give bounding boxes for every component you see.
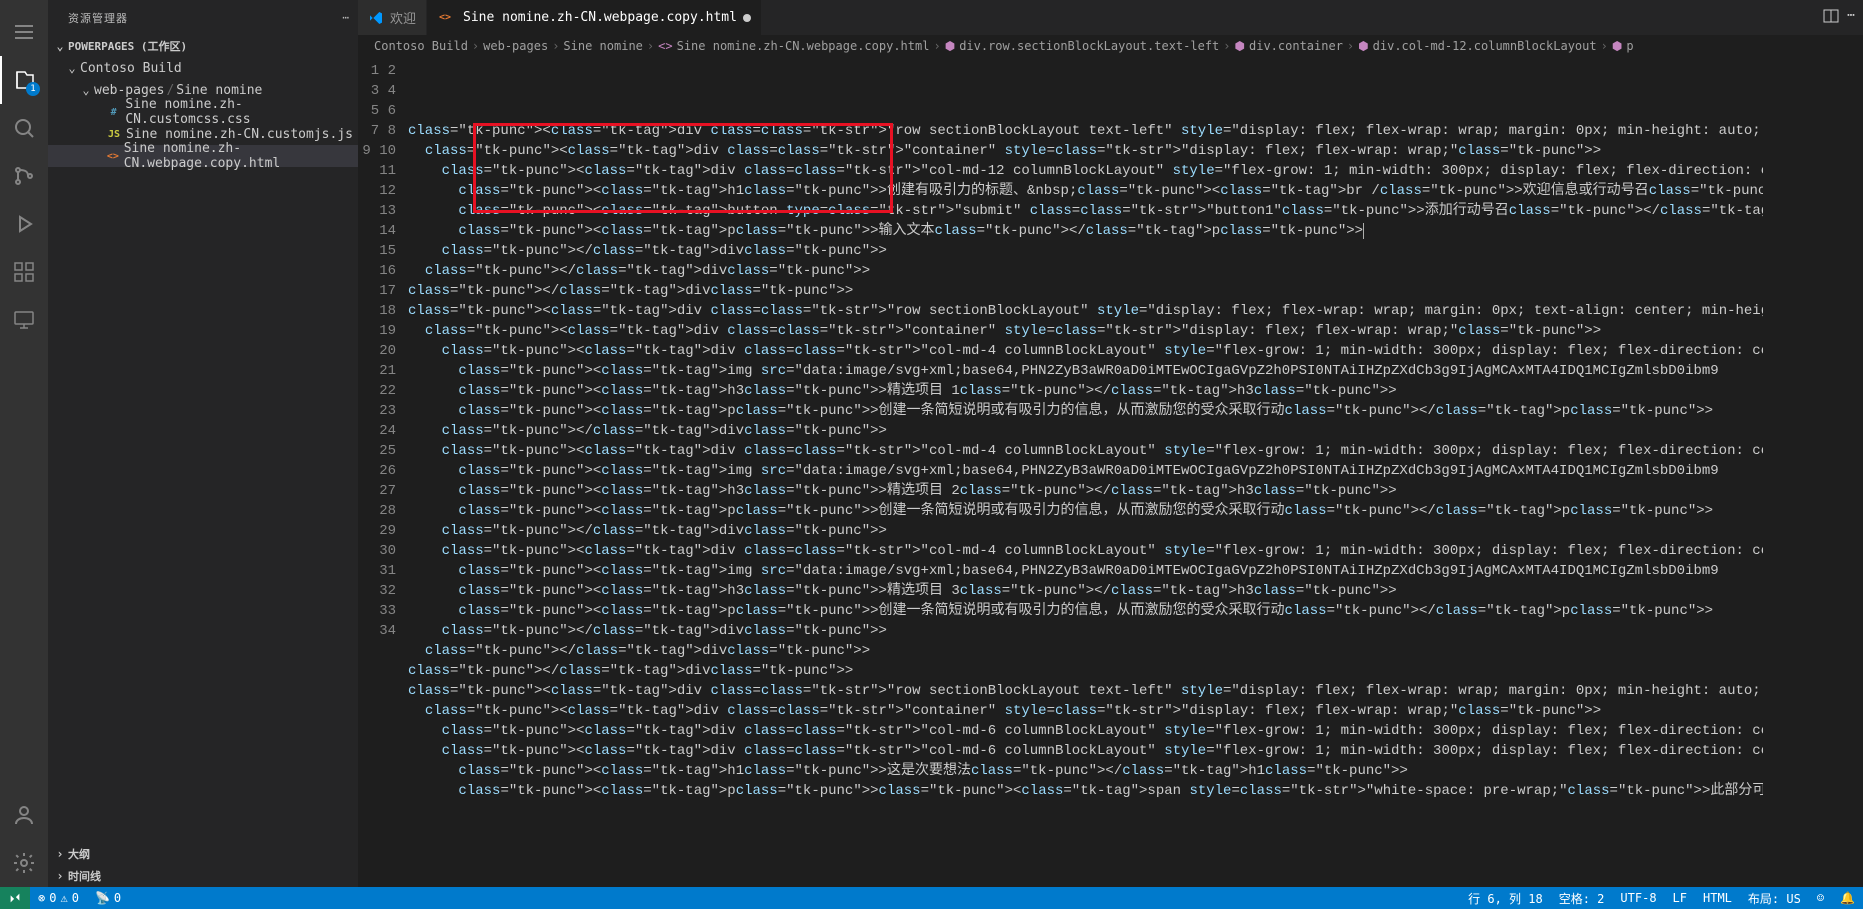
folder-contoso[interactable]: ⌄Contoso Build: [48, 57, 358, 79]
status-encoding[interactable]: UTF-8: [1612, 887, 1664, 909]
timeline-header[interactable]: ›时间线: [48, 865, 358, 887]
minimap[interactable]: [1763, 57, 1863, 887]
editor-area: 欢迎 <>Sine nomine.zh-CN.webpage.copy.html…: [358, 0, 1863, 887]
status-spaces[interactable]: 空格: 2: [1551, 887, 1613, 909]
file-css[interactable]: #Sine nomine.zh-CN.customcss.css: [48, 101, 358, 123]
status-cursor[interactable]: 行 6, 列 18: [1460, 887, 1551, 909]
status-language[interactable]: HTML: [1695, 887, 1740, 909]
code-content[interactable]: class="tk-punc"><class="tk-tag">div clas…: [408, 57, 1763, 887]
vscode-icon: [368, 10, 384, 26]
html-file-icon: <>: [437, 12, 453, 23]
more-actions-icon[interactable]: ⋯: [1847, 8, 1855, 28]
line-numbers: 1 2 3 4 5 6 7 8 9 10 11 12 13 14 15 16 1…: [358, 57, 408, 887]
status-bar: ⊗0⚠0 📡0 行 6, 列 18 空格: 2 UTF-8 LF HTML 布局…: [0, 887, 1863, 909]
tab-bar: 欢迎 <>Sine nomine.zh-CN.webpage.copy.html…: [358, 0, 1863, 35]
accounts-icon[interactable]: [0, 791, 48, 839]
explorer-badge: 1: [26, 82, 40, 96]
workspace-header[interactable]: ⌄POWERPAGES (工作区): [48, 35, 358, 57]
tab-welcome[interactable]: 欢迎: [358, 0, 427, 35]
settings-icon[interactable]: [0, 839, 48, 887]
status-eol[interactable]: LF: [1665, 887, 1695, 909]
status-ports[interactable]: 📡0: [87, 887, 129, 909]
remote-indicator[interactable]: [0, 887, 30, 909]
sidebar-more-icon[interactable]: ⋯: [342, 11, 350, 24]
css-file-icon: #: [106, 107, 121, 118]
menu-icon[interactable]: [0, 8, 48, 56]
search-icon[interactable]: [0, 104, 48, 152]
outline-header[interactable]: ›大纲: [48, 843, 358, 865]
file-html[interactable]: <>Sine nomine.zh-CN.webpage.copy.html: [48, 145, 358, 167]
status-problems[interactable]: ⊗0⚠0: [30, 887, 87, 909]
status-bell-icon[interactable]: 🔔: [1832, 887, 1863, 909]
html-file-icon: <>: [106, 151, 120, 162]
extensions-icon[interactable]: [0, 248, 48, 296]
source-control-icon[interactable]: [0, 152, 48, 200]
status-layout[interactable]: 布局: US: [1740, 887, 1809, 909]
remote-explorer-icon[interactable]: [0, 296, 48, 344]
js-file-icon: JS: [106, 129, 122, 140]
activity-bar: 1: [0, 0, 48, 909]
run-debug-icon[interactable]: [0, 200, 48, 248]
explorer-icon[interactable]: 1: [0, 56, 48, 104]
sidebar-title: 资源管理器 ⋯: [48, 0, 358, 35]
tab-file[interactable]: <>Sine nomine.zh-CN.webpage.copy.html: [427, 0, 762, 35]
status-feedback-icon[interactable]: ☺: [1809, 887, 1832, 909]
breadcrumbs[interactable]: Contoso Build› web-pages› Sine nomine› <…: [358, 35, 1863, 57]
code-editor[interactable]: 1 2 3 4 5 6 7 8 9 10 11 12 13 14 15 16 1…: [358, 57, 1863, 887]
modified-dot-icon: [743, 14, 751, 22]
explorer-sidebar: 资源管理器 ⋯ ⌄POWERPAGES (工作区) ⌄Contoso Build…: [48, 0, 358, 887]
split-editor-icon[interactable]: [1823, 8, 1839, 28]
